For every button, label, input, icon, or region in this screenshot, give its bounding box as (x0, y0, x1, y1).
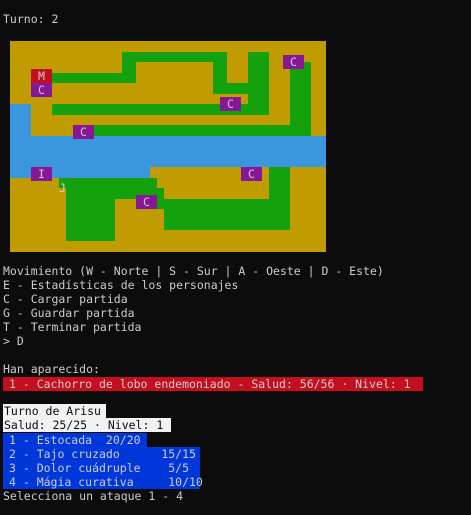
path-tile (290, 72, 312, 84)
enemy-entry: 1 - Cachorro de lobo endemoniado - Salud… (3, 377, 423, 391)
path-tile (290, 114, 312, 126)
terrain-tile (31, 114, 291, 126)
terrain-tile (290, 219, 326, 231)
path-tile (157, 198, 291, 210)
map-entity-c: C (241, 167, 262, 181)
water-tile (10, 156, 326, 168)
attack-option-1[interactable]: 1 - Estocada 20/20 (3, 433, 147, 447)
path-tile (66, 209, 116, 220)
path-tile (52, 72, 137, 84)
player-marker: J (59, 181, 66, 195)
attack-option-4[interactable]: 4 - Mágia curativa 10/10 (3, 475, 203, 489)
map-entity-c: C (31, 83, 52, 97)
path-tile (66, 230, 116, 241)
map-entity-c: C (73, 125, 94, 139)
terrain-tile (115, 230, 326, 241)
terrain-tile (227, 72, 249, 84)
path-tile (122, 51, 228, 63)
map-entity-m: M (31, 69, 52, 83)
terrain-tile (311, 125, 326, 136)
menu-quit: T - Terminar partida (3, 320, 142, 334)
map-entity-c: C (136, 195, 157, 209)
water-tile (10, 104, 32, 115)
path-tile (248, 62, 270, 73)
path-tile (213, 83, 270, 94)
path-tile (290, 83, 312, 94)
path-tile (122, 62, 137, 73)
terrain-tile (10, 209, 67, 220)
terrain-tile (311, 72, 326, 84)
terrain-tile (290, 167, 326, 178)
terrain-tile (136, 72, 214, 84)
map-entity-i: I (31, 167, 52, 181)
water-tile (10, 114, 32, 126)
turn-counter: Turno: 2 (3, 12, 59, 26)
path-tile (80, 125, 312, 136)
terrain-tile (290, 188, 326, 199)
terrain-tile (115, 219, 165, 231)
path-tile (269, 167, 291, 178)
terrain-tile (10, 219, 67, 231)
path-tile (164, 219, 291, 231)
path-tile (248, 93, 270, 105)
terrain-tile (311, 104, 326, 115)
attack-option-2[interactable]: 2 - Tajo cruzado 15/15 (3, 447, 200, 461)
command-prompt[interactable]: > D (3, 334, 24, 348)
map-entity-c: C (283, 55, 304, 69)
path-tile (213, 62, 228, 73)
attack-select-prompt: Selecciona un ataque 1 - 4 (3, 489, 184, 503)
terrain-tile (10, 41, 326, 52)
game-map: CMCCCICJC (10, 41, 326, 252)
path-tile (164, 209, 291, 220)
terrain-tile (269, 72, 291, 84)
path-tile (269, 177, 291, 189)
water-tile (10, 146, 326, 157)
path-tile (248, 72, 270, 84)
terrain-tile (10, 240, 326, 252)
path-tile (248, 51, 270, 63)
turn-stats: Salud: 25/25 · Nivel: 1 (3, 418, 171, 432)
terrain-tile (227, 62, 249, 73)
terrain-tile (311, 83, 326, 94)
terrain-tile (164, 188, 270, 199)
terrain-tile (31, 104, 53, 115)
terrain-tile (10, 51, 123, 63)
terrain-tile (10, 62, 123, 73)
terrain-tile (10, 198, 67, 210)
menu-movement: Movimiento (W - Norte | S - Sur | A - Oe… (3, 264, 384, 278)
path-tile (290, 93, 312, 105)
menu-load: C - Cargar partida (3, 292, 128, 306)
terrain-tile (269, 93, 291, 105)
appeared-label: Han aparecido: (3, 362, 100, 376)
terrain-tile (269, 83, 291, 94)
menu-stats: E - Estadísticas de los personajes (3, 278, 239, 292)
terrain-tile (227, 51, 249, 63)
path-tile (66, 198, 116, 210)
water-tile (10, 125, 32, 136)
terrain-tile (269, 104, 291, 115)
terrain-tile (290, 177, 326, 189)
turn-title: Turno de Arisu (3, 404, 106, 418)
path-tile (213, 72, 228, 84)
path-tile (290, 104, 312, 115)
path-tile (269, 188, 291, 199)
water-tile (10, 135, 326, 147)
terrain-tile (290, 198, 326, 210)
terrain-tile (115, 209, 165, 220)
path-tile (59, 177, 158, 189)
terrain-tile (290, 209, 326, 220)
terrain-tile (311, 114, 326, 126)
terrain-tile (311, 93, 326, 105)
attack-option-3[interactable]: 3 - Dolor cuádruple 5/5 (3, 461, 200, 475)
terrain-tile (311, 62, 326, 73)
map-entity-c: C (220, 97, 241, 111)
terrain-tile (10, 230, 67, 241)
menu-save: G - Guardar partida (3, 306, 135, 320)
path-tile (66, 219, 116, 231)
terrain-tile (136, 62, 214, 73)
